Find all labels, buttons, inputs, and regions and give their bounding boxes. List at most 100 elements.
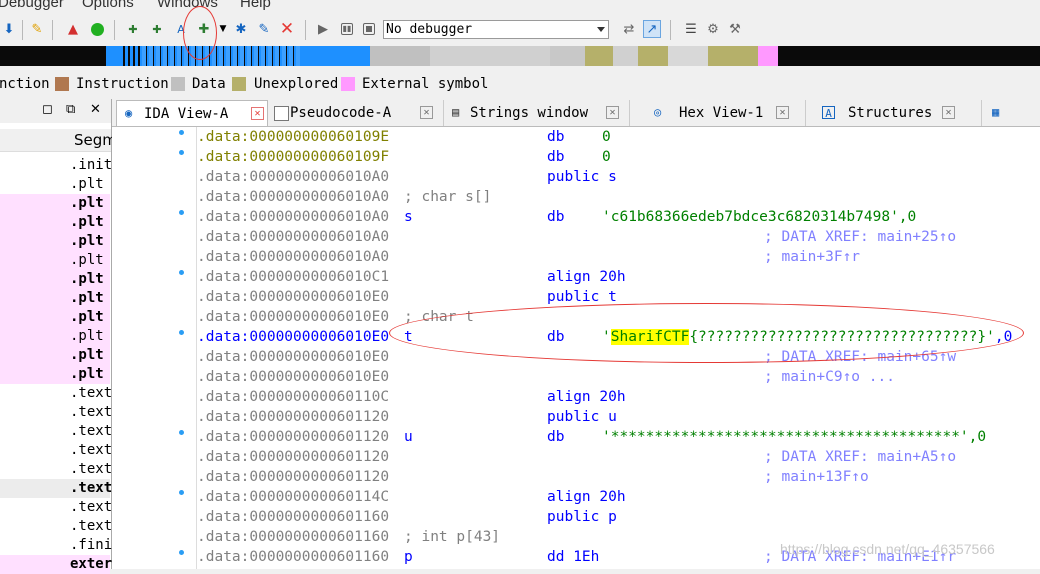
segment-row[interactable]: .text [0,460,112,479]
close-icon[interactable]: ✕ [606,106,619,119]
line-mnemonic: dd 1Eh [547,549,600,565]
legend-label-function: nction [0,76,50,92]
pointer-icon[interactable]: ↗ [643,20,661,38]
edit-icon[interactable]: ✎ [255,20,273,38]
debugger-select-value: No debugger [386,22,473,37]
restore-icon[interactable]: ⧉ [66,102,75,117]
debugger-select[interactable]: No debugger [383,20,609,39]
enums-icon: ▦ [992,105,1000,119]
code-line[interactable]: .data:00000000006010A0 s db 'c61b68366edeb7… [197,207,1040,227]
code-line[interactable]: .data:00000000006010C1 align 20h [197,267,1040,287]
warning-icon[interactable]: ▲ [64,20,82,38]
star-icon[interactable]: ✱ [232,20,250,38]
segment-row[interactable]: .fini [0,536,112,555]
segment-name: .plt [70,347,104,363]
segment-row[interactable]: .text [0,517,112,536]
segment-row[interactable]: .text [0,441,112,460]
segment-name: exter [70,556,113,572]
segment-row[interactable]: .text [0,422,112,441]
line-label: p [404,549,413,565]
navigation-band[interactable] [0,46,1040,66]
create-code-icon[interactable]: ✚ [124,20,142,38]
chevron-down-icon [597,27,605,32]
annotation-circle [183,6,217,60]
line-mnemonic: align 20h [547,269,626,285]
menu-help[interactable]: Help [240,0,271,11]
segment-row[interactable]: .plt [0,346,110,365]
tab-structures[interactable]: A Structures ✕ [812,100,982,126]
plugin-icon[interactable]: ⚙ [704,20,722,38]
segment-row[interactable]: .text [0,403,112,422]
code-line[interactable]: .data:0000000000601160 public p [197,507,1040,527]
line-address: .data:0000000000601120 [197,469,390,485]
menu-debugger[interactable]: Debugger [0,0,64,11]
segments-panel: ◻ ⧉ ✕ Segm .init .plt .plt .plt .plt .plt .plt… [0,99,117,574]
list-icon[interactable]: ☰ [682,20,700,38]
line-address: .data:0000000000601160 [197,549,390,565]
code-line[interactable]: .data:00000000006010A0 ; main+3F↑r [197,247,1040,267]
script-icon[interactable]: ✎ [28,20,46,38]
code-line[interactable]: .data:000000000060109E db 0 [197,127,1040,147]
segment-row[interactable]: .plt [0,270,110,289]
segment-row[interactable]: .init [0,156,112,175]
breakpoint-icon[interactable]: ⇄ [620,20,638,38]
legend-swatch-unexplored [232,77,246,91]
tab-pseudocode-a[interactable]: Pseudocode-A ✕ [274,100,444,126]
code-line[interactable]: .data:0000000000601120 public u [197,407,1040,427]
code-line[interactable]: .data:00000000006010E0 ; main+C9↑o ... [197,367,1040,387]
line-comment: ; char s[] [404,189,492,205]
flow-dot [179,490,184,495]
segment-row[interactable]: .text [0,479,112,498]
arrow-down-icon[interactable]: ⬇ [0,20,18,38]
stop-icon[interactable] [360,20,378,38]
close-icon[interactable]: ✕ [420,106,433,119]
code-line[interactable]: .data:0000000000601120 ; DATA XREF: main+… [197,447,1040,467]
segment-row[interactable]: .text [0,498,113,517]
green-dot-icon[interactable] [88,20,106,38]
code-line[interactable]: .data:00000000006010A0 ; DATA XREF: main+… [197,227,1040,247]
segment-row[interactable]: .plt [0,327,110,346]
legend-label-instruction: Instruction [76,76,169,92]
segment-row[interactable]: .plt [0,194,110,213]
code-line[interactable]: .data:0000000000601120 u db '**************… [197,427,1040,447]
nav-segment [140,46,300,66]
code-line[interactable]: .data:000000000060114C align 20h [197,487,1040,507]
code-line[interactable]: .data:000000000060110C align 20h [197,387,1040,407]
pause-icon[interactable]: ▮▮ [338,20,356,38]
close-icon[interactable]: ✕ [776,106,789,119]
menu-bar: Debugger Options Windows Help [0,0,1040,14]
play-icon[interactable]: ▶ [314,20,332,38]
segment-row[interactable]: .plt [0,251,110,270]
delete-icon[interactable]: ✕ [278,19,296,39]
segment-row[interactable]: .plt [0,213,110,232]
close-icon[interactable]: ✕ [942,106,955,119]
flow-dot [179,270,184,275]
segment-column-header[interactable]: Segm [0,129,117,152]
code-line[interactable]: .data:000000000060109F db 0 [197,147,1040,167]
segment-row[interactable]: .plt [0,175,110,194]
code-line[interactable]: .data:0000000000601120 ; main+13F↑o [197,467,1040,487]
segment-row[interactable]: .text [0,384,112,403]
tab-strings-window[interactable]: ▤ Strings window ✕ [450,100,630,126]
create-data-icon[interactable]: ✚ [148,20,166,38]
code-line[interactable]: .data:00000000006010A0 ; char s[] [197,187,1040,207]
line-address: .data:000000000060109F [197,149,390,165]
pseudocode-icon [274,106,289,121]
close-icon[interactable]: ✕ [251,107,264,120]
segment-name: .text [70,499,113,515]
tab-hex-view-1[interactable]: ◎ Hex View-1 ✕ [636,100,806,126]
line-address: .data:00000000006010A0 [197,189,390,205]
tab-ida-view-a[interactable]: ◉ IDA View-A ✕ [116,100,268,126]
segment-row[interactable]: .plt [0,365,110,384]
tab-more[interactable]: ▦ [988,100,1040,126]
segment-row[interactable]: .plt [0,232,110,251]
maximize-icon[interactable]: ◻ [42,102,53,117]
segment-row[interactable]: exter [0,555,113,574]
line-xref: ; main+C9↑o ... [764,369,895,385]
menu-options[interactable]: Options [82,0,134,11]
tools-icon[interactable]: ⚒ [726,20,744,38]
segment-row[interactable]: .plt [0,308,110,327]
segment-row[interactable]: .plt [0,289,110,308]
close-icon[interactable]: ✕ [90,102,101,117]
code-line[interactable]: .data:00000000006010A0 public s [197,167,1040,187]
